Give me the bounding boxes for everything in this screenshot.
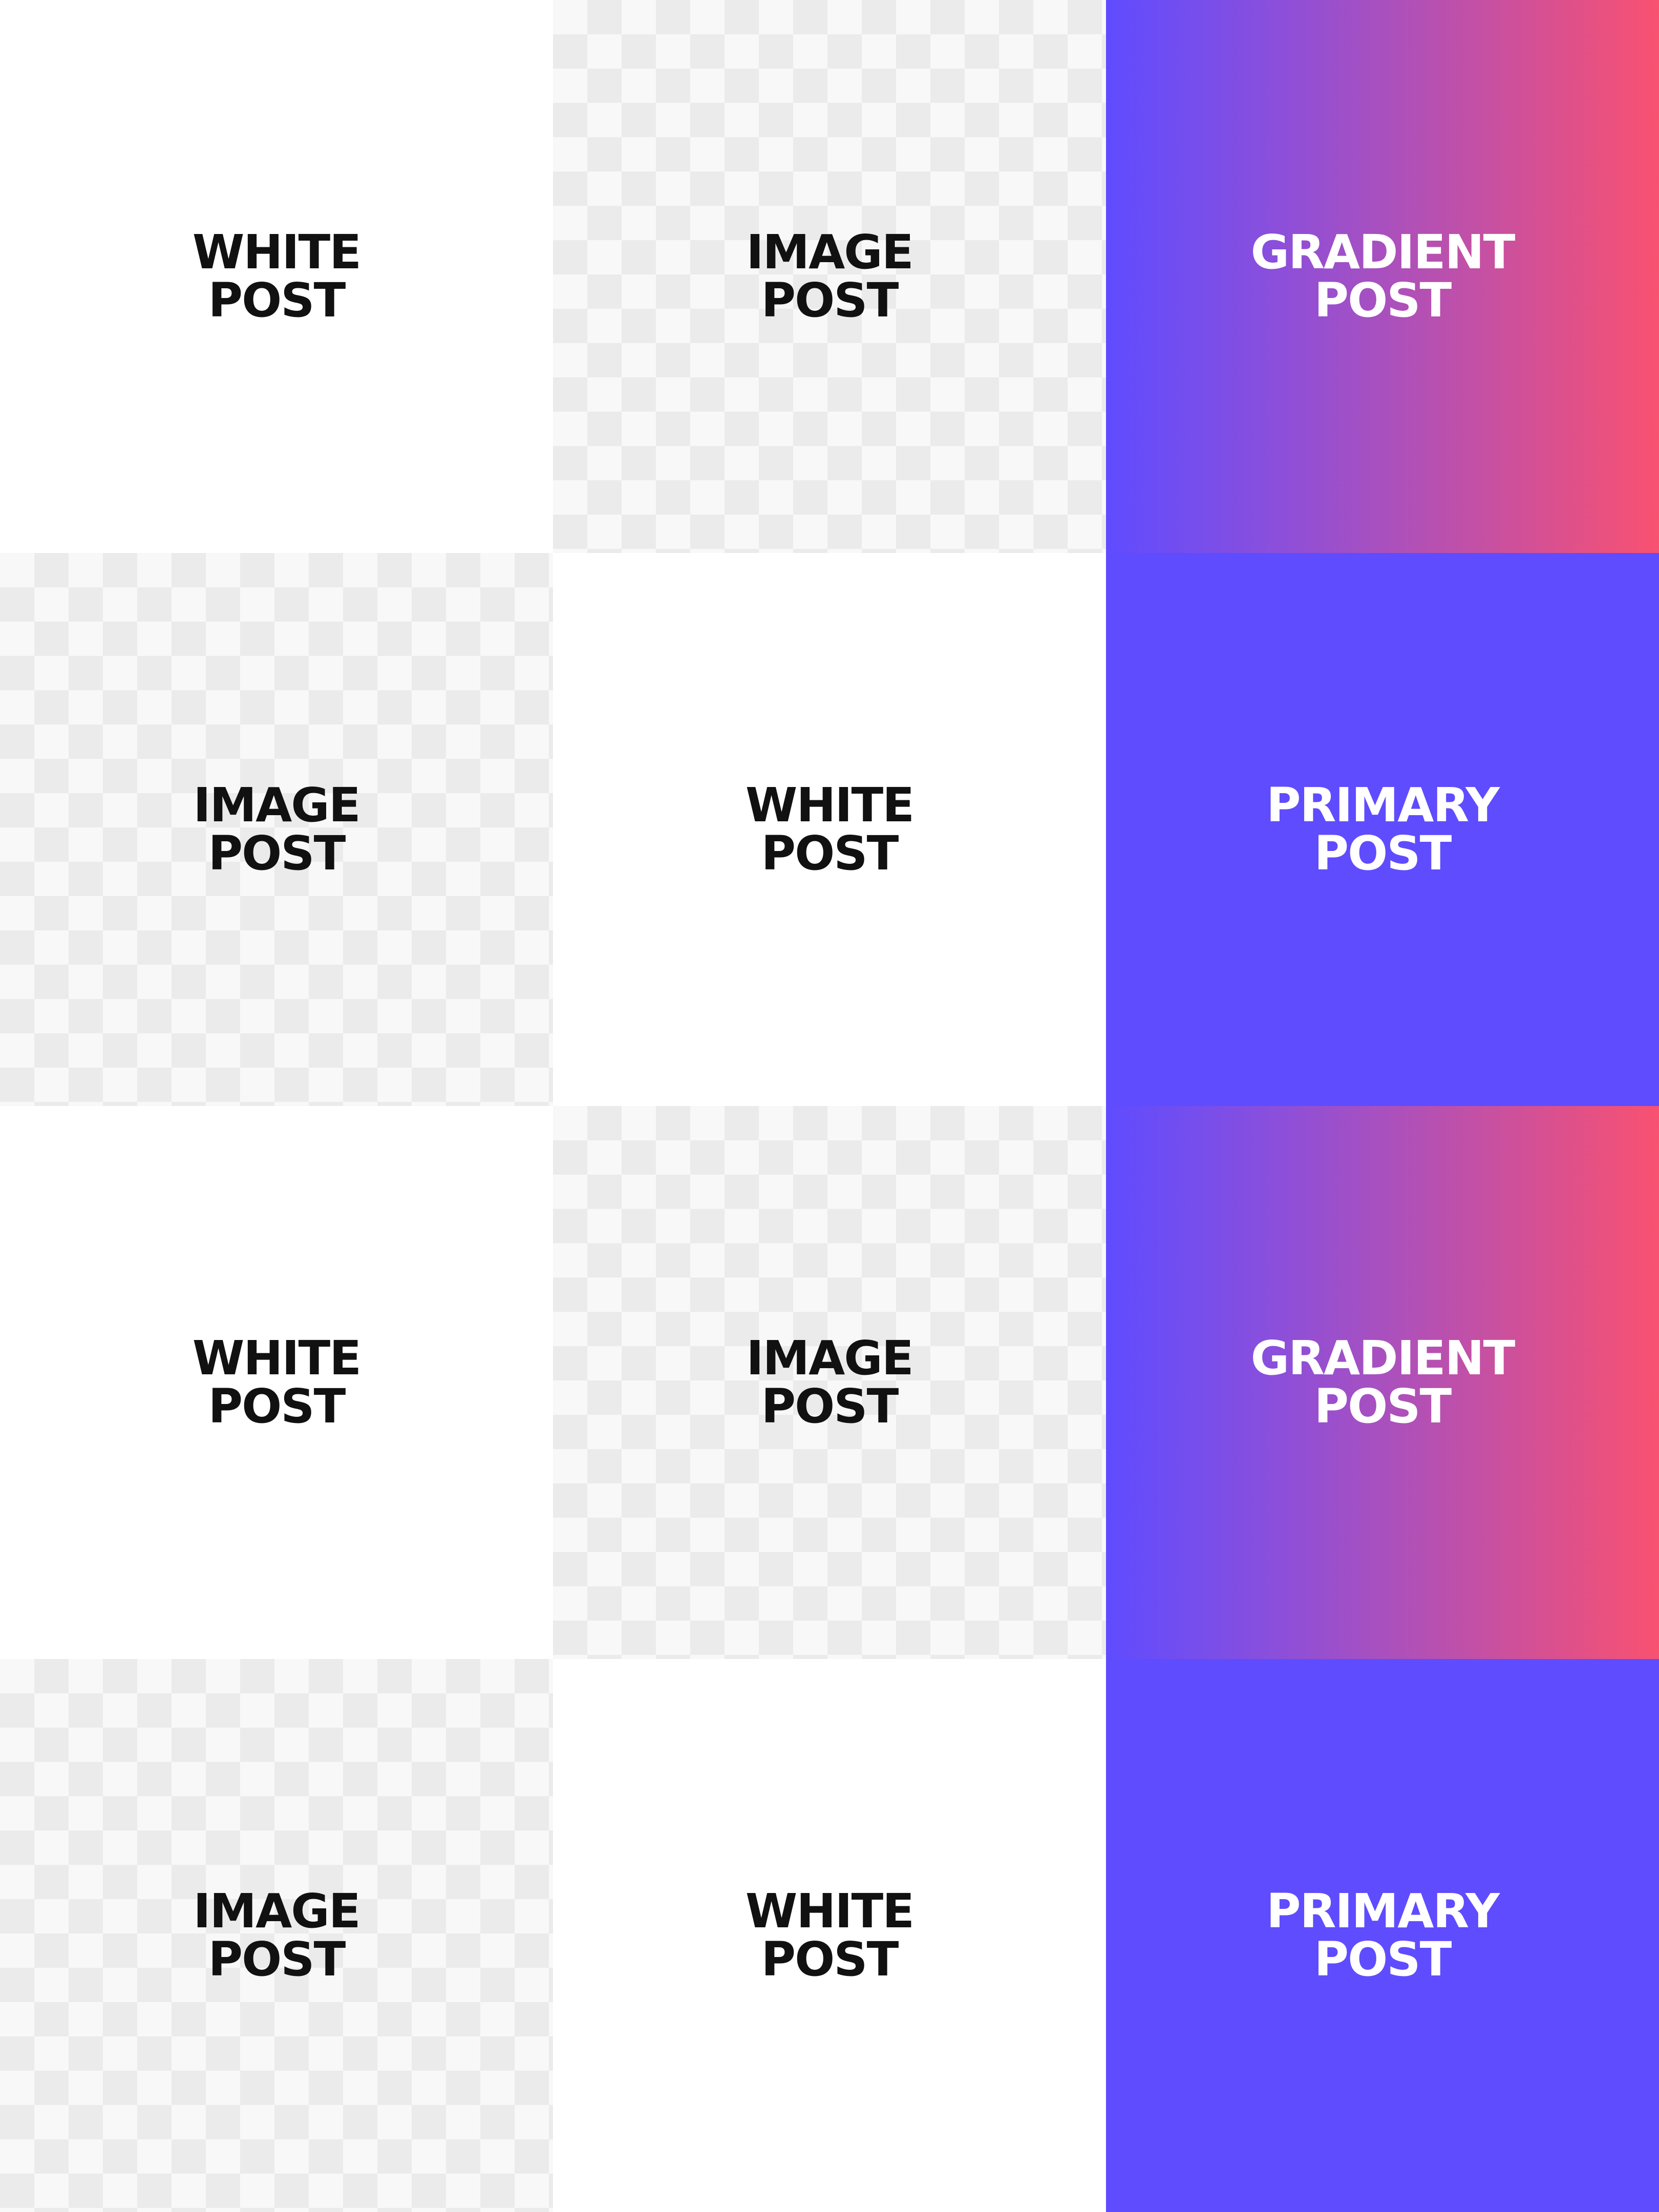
tile-label: WHITE POST <box>192 225 361 328</box>
tile-label-line2: POST <box>208 826 346 881</box>
tile-label: IMAGE POST <box>193 778 360 881</box>
tile-label-line1: IMAGE <box>746 1331 913 1386</box>
tile-label-line2: POST <box>761 1932 899 1987</box>
tile-label: GRADIENT POST <box>1250 225 1516 328</box>
tile-label: WHITE POST <box>745 778 914 881</box>
image-post-tile[interactable]: IMAGE POST <box>553 0 1106 553</box>
white-post-tile[interactable]: WHITE POST <box>0 1106 553 1659</box>
tile-label-line1: WHITE <box>745 778 914 833</box>
tile-label-line1: WHITE <box>745 1884 914 1939</box>
tile-label-line1: IMAGE <box>746 225 913 280</box>
tile-label: IMAGE POST <box>746 225 913 328</box>
image-post-tile[interactable]: IMAGE POST <box>0 553 553 1106</box>
tile-label: IMAGE POST <box>746 1331 913 1434</box>
tile-label: PRIMARY POST <box>1266 778 1500 881</box>
primary-post-tile[interactable]: PRIMARY POST <box>1106 553 1659 1106</box>
tile-label-line1: IMAGE <box>193 1884 360 1939</box>
tile-label-line2: POST <box>1314 826 1452 881</box>
gradient-post-tile[interactable]: GRADIENT POST <box>1106 0 1659 553</box>
white-post-tile[interactable]: WHITE POST <box>553 553 1106 1106</box>
tile-label-line1: IMAGE <box>193 778 360 833</box>
tile-label-line2: POST <box>761 1379 899 1434</box>
tile-label: WHITE POST <box>192 1331 361 1434</box>
tile-label: GRADIENT POST <box>1250 1331 1516 1434</box>
tile-label-line1: GRADIENT <box>1250 225 1516 280</box>
post-grid: WHITE POST IMAGE POST GRADIENT POST IMAG… <box>0 0 1659 2212</box>
tile-label-line2: POST <box>208 1379 346 1434</box>
gradient-post-tile[interactable]: GRADIENT POST <box>1106 1106 1659 1659</box>
tile-label-line2: POST <box>761 273 899 328</box>
white-post-tile[interactable]: WHITE POST <box>553 1659 1106 2212</box>
tile-label-line1: WHITE <box>192 1331 361 1386</box>
tile-label-line1: PRIMARY <box>1266 1884 1500 1939</box>
tile-label: IMAGE POST <box>193 1884 360 1987</box>
image-post-tile[interactable]: IMAGE POST <box>553 1106 1106 1659</box>
tile-label-line2: POST <box>1314 1932 1452 1987</box>
tile-label-line2: POST <box>1314 1379 1452 1434</box>
tile-label-line1: GRADIENT <box>1250 1331 1516 1386</box>
tile-label: PRIMARY POST <box>1266 1884 1500 1987</box>
tile-label: WHITE POST <box>745 1884 914 1987</box>
image-post-tile[interactable]: IMAGE POST <box>0 1659 553 2212</box>
tile-label-line2: POST <box>208 273 346 328</box>
primary-post-tile[interactable]: PRIMARY POST <box>1106 1659 1659 2212</box>
tile-label-line1: PRIMARY <box>1266 778 1500 833</box>
tile-label-line1: WHITE <box>192 225 361 280</box>
tile-label-line2: POST <box>761 826 899 881</box>
white-post-tile[interactable]: WHITE POST <box>0 0 553 553</box>
tile-label-line2: POST <box>208 1932 346 1987</box>
tile-label-line2: POST <box>1314 273 1452 328</box>
